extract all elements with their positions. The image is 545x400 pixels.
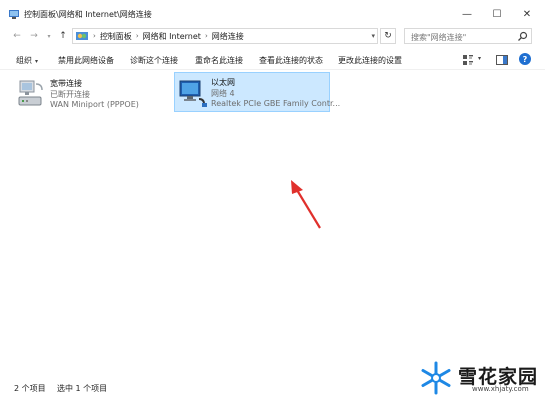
network-folder-icon	[9, 10, 19, 19]
diagnose-connection-button[interactable]: 诊断这个连接	[130, 55, 178, 66]
connections-list: 宽带连接 已断开连接 WAN Miniport (PPPOE) 以太网 网络 4…	[0, 70, 545, 376]
window-title: 控制面板\网络和 Internet\网络连接	[24, 10, 152, 19]
watermark-url: www.xhjaty.com	[472, 385, 529, 393]
disable-device-button[interactable]: 禁用此网络设备	[58, 55, 114, 66]
connection-item-broadband[interactable]: 宽带连接 已断开连接 WAN Miniport (PPPOE)	[14, 74, 164, 114]
view-status-button[interactable]: 查看此连接的状态	[259, 55, 323, 66]
forward-button[interactable]: →	[27, 28, 41, 44]
search-placeholder: 搜索"网络连接"	[411, 33, 467, 42]
connection-name: 以太网	[211, 78, 235, 87]
annotation-arrow	[291, 180, 321, 229]
connection-status: 网络 4	[211, 89, 235, 98]
title-bar: 控制面板\网络和 Internet\网络连接 — ☐ ✕	[0, 0, 545, 28]
connection-item-ethernet[interactable]: 以太网 网络 4 Realtek PCIe GBE Family Contr..…	[174, 72, 340, 112]
recent-locations-button[interactable]: ▾	[42, 28, 56, 44]
search-icon[interactable]	[517, 31, 528, 42]
up-button[interactable]: ↑	[56, 28, 70, 44]
organize-label: 组织	[16, 56, 32, 65]
preview-pane-icon[interactable]	[496, 54, 508, 66]
connection-status: 已断开连接	[50, 90, 90, 99]
change-view-icon[interactable]	[462, 54, 474, 66]
snowflake-logo-icon	[421, 361, 451, 395]
ethernet-adapter-icon	[179, 80, 207, 107]
address-row: ← → ▾ ↑ › 控制面板 › 网络和 Internet › 网络连接 ▾ ↻…	[0, 28, 545, 44]
maximize-button[interactable]: ☐	[482, 0, 512, 28]
breadcrumb-separator: ›	[135, 32, 139, 40]
close-button[interactable]: ✕	[512, 0, 542, 28]
search-box[interactable]: 搜索"网络连接"	[404, 28, 532, 44]
connection-device: WAN Miniport (PPPOE)	[50, 100, 139, 109]
command-bar: 组织 ▾ 禁用此网络设备 诊断这个连接 重命名此连接 查看此连接的状态 更改此连接…	[0, 50, 545, 70]
item-count: 2 个项目	[14, 384, 46, 393]
help-button[interactable]: ?	[519, 53, 531, 65]
back-button[interactable]: ←	[10, 28, 24, 44]
refresh-button[interactable]: ↻	[380, 28, 396, 44]
address-dropdown-icon[interactable]: ▾	[371, 32, 375, 40]
network-connections-window: 控制面板\网络和 Internet\网络连接 — ☐ ✕ ← → ▾ ↑ › 控…	[0, 0, 545, 400]
dialup-modem-icon	[18, 80, 43, 106]
selected-count: 选中 1 个项目	[57, 384, 108, 393]
breadcrumb-separator: ›	[93, 32, 96, 40]
rename-connection-button[interactable]: 重命名此连接	[195, 55, 243, 66]
connection-name: 宽带连接	[50, 79, 82, 88]
connection-device: Realtek PCIe GBE Family Contr...	[211, 99, 341, 108]
breadcrumb-separator: ›	[204, 32, 208, 40]
breadcrumb-control-panel[interactable]: 控制面板	[100, 31, 132, 42]
control-panel-icon	[76, 32, 88, 40]
view-dropdown-icon[interactable]: ▾	[478, 55, 481, 62]
address-bar[interactable]: › 控制面板 › 网络和 Internet › 网络连接 ▾	[72, 28, 378, 44]
breadcrumb-network-internet[interactable]: 网络和 Internet	[143, 31, 201, 42]
organize-menu[interactable]: 组织 ▾	[16, 55, 38, 66]
minimize-button[interactable]: —	[452, 0, 482, 28]
site-watermark: 雪花家园 www.xhjaty.com	[416, 358, 544, 398]
chevron-down-icon: ▾	[35, 58, 39, 65]
breadcrumb-network-connections[interactable]: 网络连接	[212, 31, 244, 42]
change-settings-button[interactable]: 更改此连接的设置	[338, 55, 402, 66]
